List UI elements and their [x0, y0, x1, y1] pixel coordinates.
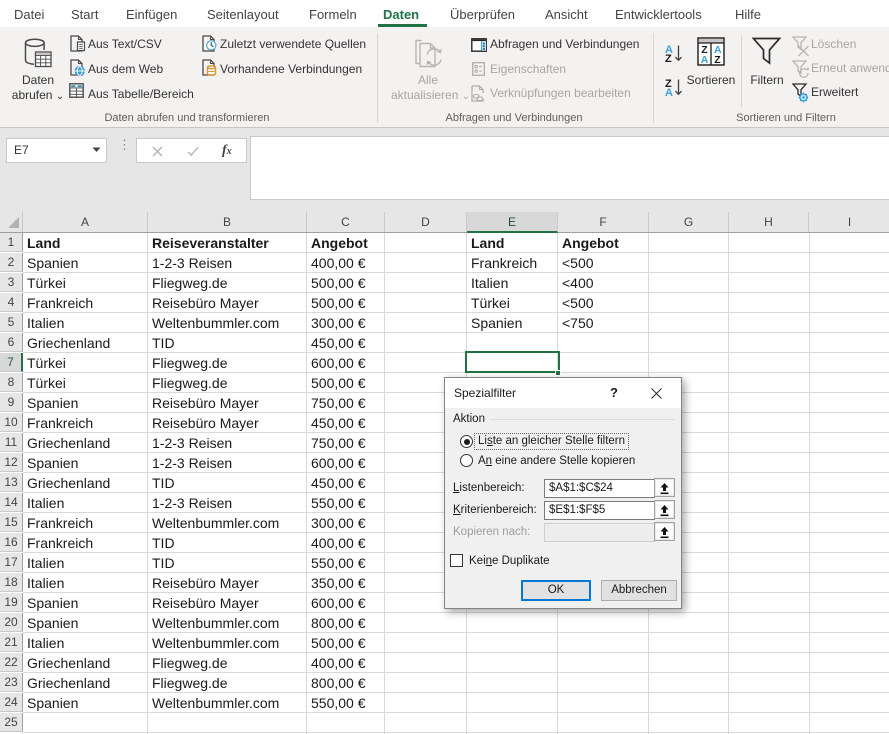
- svg-text:Z: Z: [714, 54, 721, 66]
- svg-text:Z: Z: [665, 53, 672, 63]
- svg-text:A: A: [665, 87, 673, 97]
- svg-text:A: A: [701, 54, 709, 66]
